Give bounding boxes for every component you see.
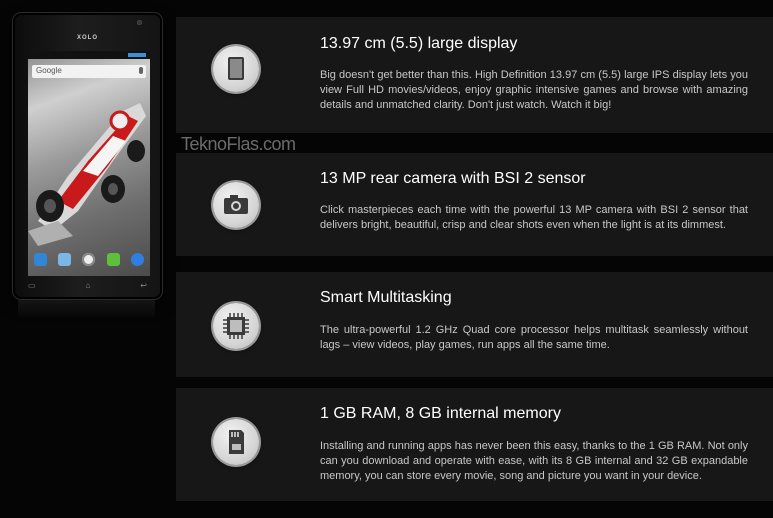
feature-panel-multitasking: Smart Multitasking The ultra-powerful 1.… xyxy=(176,272,773,377)
phone-reflection xyxy=(18,300,155,320)
contacts-app-icon xyxy=(58,252,72,266)
watermark-text: TeknoFlas.com xyxy=(181,134,296,154)
soft-keys: ▭ ⌂ ↩ xyxy=(28,281,147,291)
feature-panel-memory: 1 GB RAM, 8 GB internal memory Installin… xyxy=(176,388,773,501)
status-bar xyxy=(28,51,150,59)
google-search-widget: Google xyxy=(32,65,146,78)
feature-title: 13.97 cm (5.5) large display xyxy=(320,35,518,52)
feature-panel-camera: 13 MP rear camera with BSI 2 sensor Clic… xyxy=(176,153,773,256)
race-car-wallpaper xyxy=(28,103,146,246)
app-dock xyxy=(28,248,150,270)
feature-title: 13 MP rear camera with BSI 2 sensor xyxy=(320,170,586,187)
home-key-icon: ⌂ xyxy=(85,281,91,290)
mic-icon xyxy=(139,67,143,74)
feature-description: Big doesn't get better than this. High D… xyxy=(320,69,748,111)
browser-app-icon xyxy=(131,252,145,266)
phone-product-image: XOLO Google ▭ ⌂ ↩ xyxy=(12,12,163,300)
feature-panel-display: 13.97 cm (5.5) large display Big doesn't… xyxy=(176,17,773,133)
feature-description: Installing and running apps has never be… xyxy=(320,440,748,482)
recent-apps-key-icon: ▭ xyxy=(28,281,36,290)
feature-description: Click masterpieces each time with the po… xyxy=(320,204,748,231)
phone-app-icon xyxy=(33,252,47,266)
memory-card-icon xyxy=(213,419,259,465)
back-key-icon: ↩ xyxy=(140,281,147,290)
app-drawer-icon xyxy=(82,252,96,266)
messaging-app-icon xyxy=(106,252,120,266)
camera-icon xyxy=(213,182,259,228)
google-search-label: Google xyxy=(36,66,62,75)
front-camera xyxy=(137,20,142,25)
feature-description: The ultra-powerful 1.2 GHz Quad core pro… xyxy=(320,324,748,351)
feature-title: Smart Multitasking xyxy=(320,289,452,306)
phone-screen: Google xyxy=(28,51,150,276)
processor-chip-icon xyxy=(213,303,259,349)
display-icon xyxy=(213,46,259,92)
feature-title: 1 GB RAM, 8 GB internal memory xyxy=(320,405,561,422)
phone-brand-logo: XOLO xyxy=(76,35,98,41)
